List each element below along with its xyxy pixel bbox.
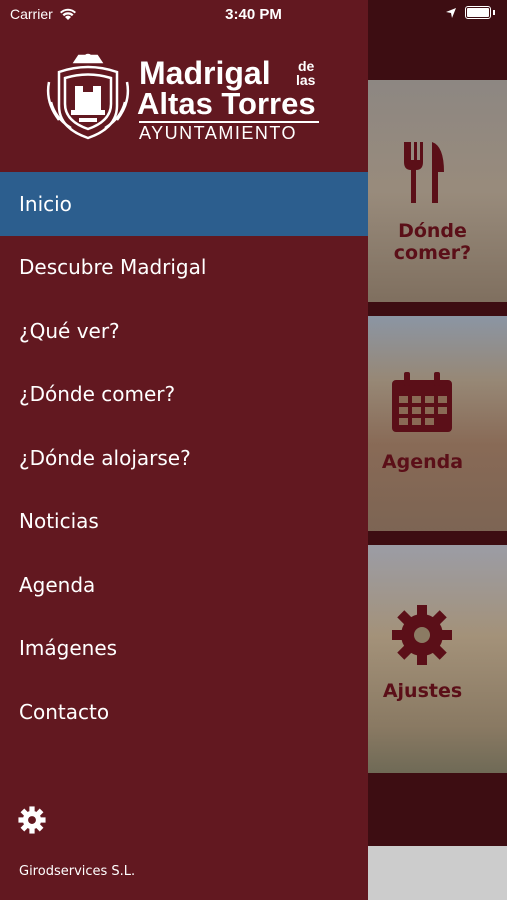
- menu-item-label: ¿Dónde comer?: [19, 382, 176, 407]
- menu-item-donde-alojarse[interactable]: ¿Dónde alojarse?: [0, 426, 368, 490]
- menu-item-label: Descubre Madrigal: [19, 255, 207, 280]
- menu-item-descubre-madrigal[interactable]: Descubre Madrigal: [0, 236, 368, 300]
- menu-item-label: Imágenes: [19, 636, 118, 661]
- gear-icon[interactable]: [18, 806, 46, 834]
- menu-item-agenda[interactable]: Agenda: [0, 553, 368, 617]
- tile-donde-comer[interactable]: Dónde comer?: [368, 80, 507, 302]
- tile-agenda[interactable]: Agenda: [368, 316, 507, 531]
- menu-item-label: Noticias: [19, 509, 99, 534]
- menu-item-imagenes[interactable]: Imágenes: [0, 617, 368, 681]
- menu-item-inicio[interactable]: Inicio: [0, 172, 368, 236]
- company-credit: Girodservices S.L.: [19, 864, 136, 879]
- tile-label: Ajustes: [382, 680, 463, 702]
- menu-item-noticias[interactable]: Noticias: [0, 490, 368, 554]
- menu-item-label: Inicio: [19, 191, 72, 216]
- menu-item-donde-comer[interactable]: ¿Dónde comer?: [0, 363, 368, 427]
- coat-of-arms-icon: [46, 53, 130, 140]
- menu-item-label: Contacto: [19, 699, 110, 724]
- logo-title-line2: Altas Torres: [137, 86, 316, 121]
- tile-ajustes[interactable]: Ajustes: [368, 545, 507, 773]
- app-logo: Madrigal de las Altas Torres AYUNTAMIENT…: [45, 52, 335, 147]
- background-bottom-bar: [368, 846, 507, 900]
- menu-item-label: ¿Qué ver?: [19, 318, 120, 343]
- tile-label: Agenda: [381, 451, 464, 473]
- fork-knife-icon: [404, 142, 444, 203]
- clock: 3:40 PM: [225, 6, 282, 23]
- status-bar: Carrier 3:40 PM: [0, 0, 507, 28]
- tile-label: Dónde comer?: [393, 220, 472, 264]
- gear-icon: [392, 605, 452, 665]
- battery-icon: [465, 6, 491, 19]
- menu-item-label: ¿Dónde alojarse?: [19, 445, 191, 470]
- location-arrow-icon: [446, 7, 456, 18]
- logo-subtitle: AYUNTAMIENTO: [139, 123, 298, 143]
- menu-item-label: Agenda: [19, 572, 96, 597]
- logo-title-line1: Madrigal: [139, 55, 271, 91]
- battery-tip: [493, 10, 495, 15]
- menu-list: Inicio Descubre Madrigal ¿Qué ver? ¿Dónd…: [0, 172, 368, 744]
- navigation-drawer: Madrigal de las Altas Torres AYUNTAMIENT…: [0, 0, 368, 900]
- menu-item-contacto[interactable]: Contacto: [0, 680, 368, 744]
- calendar-icon: [392, 372, 452, 432]
- menu-item-que-ver[interactable]: ¿Qué ver?: [0, 299, 368, 363]
